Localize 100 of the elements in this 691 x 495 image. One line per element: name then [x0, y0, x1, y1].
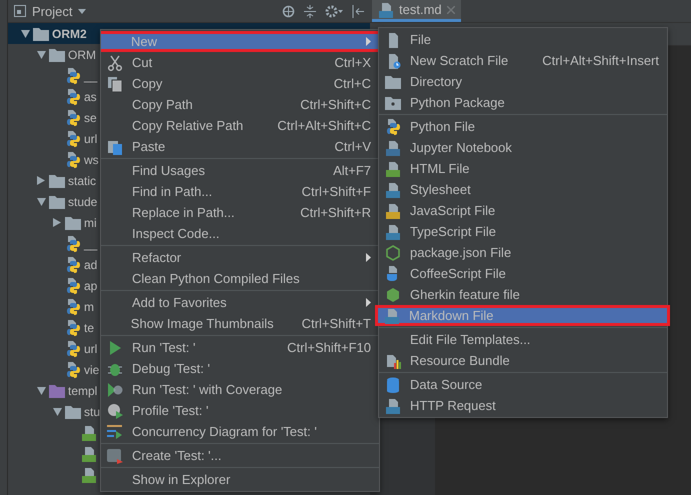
paste-icon	[107, 138, 123, 154]
collapse-icon[interactable]	[304, 4, 316, 18]
tree-item-label[interactable]: as	[84, 90, 97, 104]
menu-item[interactable]: Python Package	[379, 92, 667, 113]
menu-item[interactable]: Copy Relative Path Ctrl+Alt+Shift+C	[101, 115, 379, 136]
menu-item[interactable]: Concurrency Diagram for 'Test: '	[101, 421, 379, 442]
dropdown-caret-icon[interactable]	[78, 8, 86, 14]
settings-icon[interactable]	[325, 4, 343, 18]
menu-item[interactable]: Copy Ctrl+C	[101, 73, 379, 94]
panel-title: Project	[32, 4, 72, 18]
folder-icon	[385, 74, 401, 88]
menu-item[interactable]: Show in Explorer	[101, 469, 379, 490]
tree-item-label[interactable]: __	[84, 236, 98, 250]
menu-item[interactable]: Cut Ctrl+X	[101, 52, 379, 73]
menu-item[interactable]: Paste Ctrl+V	[101, 136, 379, 157]
hexagon-icon	[385, 244, 401, 260]
tree-item-label[interactable]: m	[84, 300, 94, 314]
menu-item[interactable]: package.json File	[379, 242, 667, 263]
folder-icon	[65, 216, 81, 230]
menu-item[interactable]: Replace in Path... Ctrl+Shift+R	[101, 202, 379, 223]
menu-item[interactable]: HTML File	[379, 158, 667, 179]
tree-item-label[interactable]: url	[84, 342, 98, 356]
menu-item[interactable]: Create 'Test: '...	[101, 445, 379, 466]
shortcut-label: Ctrl+Shift+C	[299, 97, 371, 112]
package-folder-icon	[385, 96, 401, 110]
menu-item[interactable]: Gherkin feature file	[379, 284, 667, 305]
database-icon	[385, 376, 401, 392]
folder-icon	[49, 194, 65, 208]
tree-item-label[interactable]: mi	[84, 216, 97, 230]
menu-item[interactable]: Inspect Code...	[101, 223, 379, 244]
copy-icon	[107, 76, 123, 92]
menu-item[interactable]: HTTP Request	[379, 395, 667, 416]
menu-item[interactable]: Jupyter Notebook	[379, 137, 667, 158]
editor-tab[interactable]: test.md	[372, 0, 461, 22]
python-file-icon	[65, 236, 81, 252]
tree-item-label[interactable]: ORM	[68, 48, 96, 62]
tree-item-label[interactable]: ws	[84, 152, 99, 166]
tree-item-label[interactable]: __	[84, 68, 98, 82]
menu-item[interactable]: JavaScript File	[379, 200, 667, 221]
menu-item[interactable]: Clean Python Compiled Files	[101, 268, 379, 289]
menu-item[interactable]: Run 'Test: ' Ctrl+Shift+F10	[101, 337, 379, 358]
collapsed-arrow-icon[interactable]	[37, 176, 45, 185]
tree-item-label[interactable]: se	[84, 110, 97, 124]
diagram-icon	[107, 424, 123, 440]
tree-item-label[interactable]: vie	[84, 362, 100, 376]
menu-item[interactable]: File	[379, 29, 667, 50]
tree-item-label[interactable]: templ	[68, 384, 98, 398]
python-file-icon	[65, 88, 81, 104]
menu-item[interactable]: Python File	[379, 116, 667, 137]
menu-item[interactable]: Copy Path Ctrl+Shift+C	[101, 94, 379, 115]
python-file-icon	[385, 118, 401, 134]
tree-item-label[interactable]: te	[84, 320, 94, 334]
menu-item[interactable]: Find in Path... Ctrl+Shift+F	[101, 181, 379, 202]
hide-panel-icon[interactable]	[352, 4, 364, 18]
menu-item[interactable]: Run 'Test: ' with Coverage	[101, 379, 379, 400]
menu-item[interactable]: Show Image Thumbnails Ctrl+Shift+T	[101, 313, 379, 334]
tree-item-label[interactable]: ap	[84, 278, 98, 292]
menu-item[interactable]: Directory	[379, 71, 667, 92]
bundle-chart-icon	[385, 352, 401, 368]
tree-item-label[interactable]: stu	[84, 404, 100, 418]
expanded-arrow-icon[interactable]	[36, 386, 46, 394]
menu-item[interactable]: New Scratch File Ctrl+Alt+Shift+Insert	[379, 50, 667, 71]
expanded-arrow-icon[interactable]	[36, 50, 46, 58]
html-file-icon	[81, 466, 97, 482]
locate-icon[interactable]	[282, 4, 295, 18]
html-file-icon	[81, 446, 97, 462]
python-file-icon	[65, 152, 81, 168]
shortcut-label: Ctrl+C	[332, 76, 371, 91]
tree-item-label[interactable]: stude	[68, 194, 98, 208]
tree-item-label[interactable]: ORM2	[52, 26, 87, 40]
shortcut-label: Ctrl+Alt+Shift+Insert	[541, 53, 659, 68]
expanded-arrow-icon[interactable]	[36, 198, 46, 206]
menu-item[interactable]: Debug 'Test: '	[101, 358, 379, 379]
python-file-icon	[65, 130, 81, 146]
tree-item-label[interactable]: static	[68, 174, 96, 188]
expanded-arrow-icon[interactable]	[20, 30, 30, 38]
tree-item-label[interactable]: url	[84, 132, 98, 146]
menu-item[interactable]: Stylesheet	[379, 179, 667, 200]
menu-item[interactable]: Refactor	[101, 247, 379, 268]
menu-item[interactable]: Edit File Templates...	[379, 329, 667, 350]
shortcut-label: Ctrl+Shift+F10	[286, 340, 371, 355]
shortcut-label: Ctrl+Shift+T	[300, 316, 371, 331]
shortcut-label: Ctrl+Alt+Shift+C	[276, 118, 371, 133]
html-file-icon	[385, 160, 401, 176]
folder-icon	[49, 48, 65, 62]
shortcut-label: Ctrl+Shift+R	[299, 205, 371, 220]
menu-item[interactable]: CoffeeScript File	[379, 263, 667, 284]
python-file-icon	[65, 110, 81, 126]
collapsed-arrow-icon[interactable]	[53, 218, 61, 227]
menu-item[interactable]: Resource Bundle	[379, 350, 667, 371]
menu-item[interactable]: Add to Favorites	[101, 292, 379, 313]
folder-icon	[49, 174, 65, 188]
menu-item[interactable]: Find Usages Alt+F7	[101, 160, 379, 181]
expanded-arrow-icon[interactable]	[52, 408, 62, 416]
python-file-icon	[65, 320, 81, 336]
menu-item[interactable]: Profile 'Test: '	[101, 400, 379, 421]
shortcut-label: Ctrl+V	[334, 139, 371, 154]
tree-item-label[interactable]: ad	[84, 258, 98, 272]
menu-item[interactable]: Data Source	[379, 374, 667, 395]
menu-item[interactable]: TypeScript File	[379, 221, 667, 242]
